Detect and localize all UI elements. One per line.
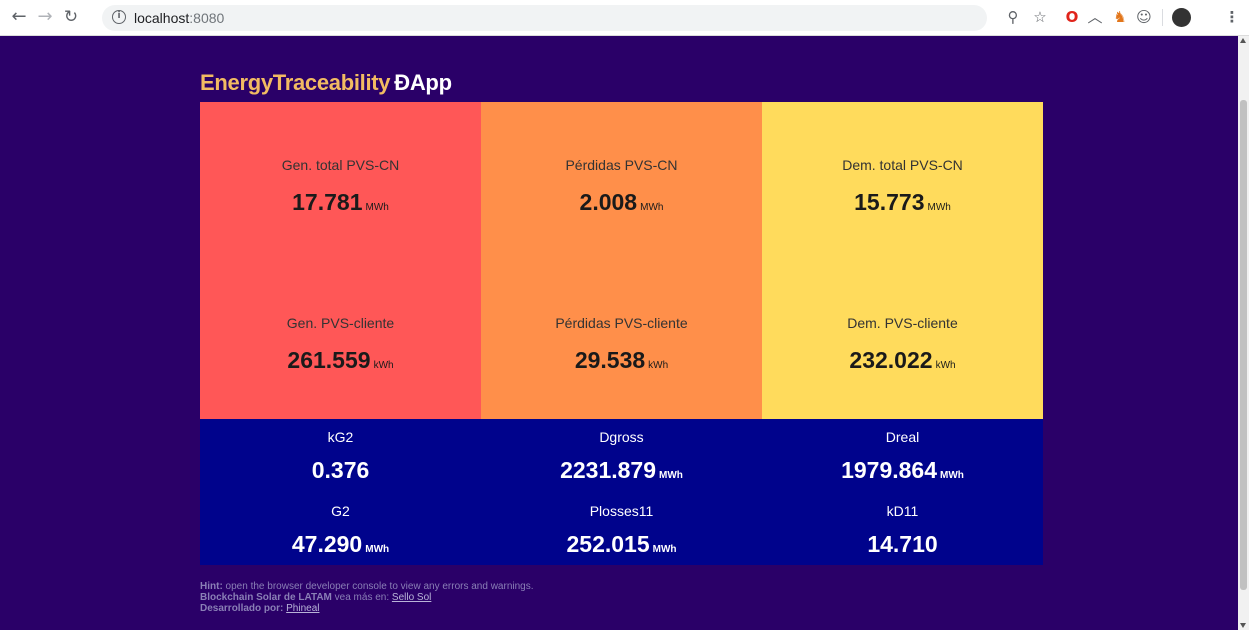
- stat-unit: MWh: [365, 202, 389, 213]
- metrics-panel: kG2 0.376 Dgross 2231.879 MWh Dreal 1979.864 MW…: [200, 419, 1043, 565]
- profile-avatar[interactable]: [1172, 8, 1191, 27]
- stat-card: Gen. PVS-cliente 261.559 kWh: [200, 315, 481, 374]
- stat-label: Pérdidas PVS-cliente: [555, 315, 688, 331]
- stat-label: Gen. total PVS-CN: [281, 157, 400, 173]
- scroll-up-arrow-icon[interactable]: [1240, 38, 1246, 43]
- stat-value: 261.559 kWh: [287, 347, 394, 373]
- forward-arrow-icon[interactable]: →: [34, 6, 56, 28]
- metric-unit: MWh: [940, 470, 964, 481]
- page-scrollbar[interactable]: [1238, 36, 1249, 630]
- stat-unit: kWh: [648, 360, 669, 371]
- extension-face-icon[interactable]: ☺: [1134, 7, 1154, 27]
- app-title: EnergyTraceability ÐApp: [200, 70, 452, 95]
- metric-label: Plosses11: [589, 503, 654, 519]
- stat-value: 29.538 kWh: [574, 347, 669, 373]
- summary-panel-1: Gen. total PVS-CN 17.781 MWh Gen. PVS-clien…: [200, 102, 481, 419]
- footer: Hint: open the browser developer console…: [200, 581, 534, 614]
- metric-dgross: Dgross 2231.879 MWh: [481, 429, 762, 484]
- summary-panel-3: Dem. total PVS-CN 15.773 MWh Dem. PVS-clien…: [762, 102, 1043, 419]
- stat-unit: kWh: [935, 360, 956, 371]
- metric-plosses11: Plosses11 252.015 MWh: [481, 503, 762, 558]
- org-line: Blockchain Solar de LATAM vea más en: Se…: [200, 592, 432, 603]
- summary-panel-2: Pérdidas PVS-CN 2.008 MWh Pérdidas PVS-clie…: [481, 102, 762, 419]
- metric-value: 1979.864 MWh: [841, 457, 964, 483]
- metric-unit: MWh: [659, 470, 683, 481]
- metric-label: kG2: [327, 429, 354, 445]
- stat-card: Dem. total PVS-CN 15.773 MWh: [762, 157, 1043, 216]
- url-text: localhost:8080: [134, 10, 225, 26]
- metric-value: 47.290 MWh: [291, 531, 390, 557]
- scroll-thumb[interactable]: [1240, 100, 1247, 590]
- metric-label: kD11: [886, 503, 919, 519]
- stat-card: Dem. PVS-cliente 232.022 kWh: [762, 315, 1043, 374]
- metric-value: 252.015 MWh: [566, 531, 677, 557]
- stat-unit: MWh: [927, 202, 951, 213]
- stat-value: 232.022 kWh: [849, 347, 956, 373]
- stat-value: 15.773 MWh: [854, 189, 951, 215]
- metric-label: Dgross: [599, 429, 644, 445]
- metric-value: 0.376: [311, 457, 370, 483]
- developer-line: Desarrollado por: Phineal: [200, 603, 320, 614]
- metric-unit: MWh: [652, 544, 677, 555]
- phineal-link[interactable]: Phineal: [286, 603, 319, 614]
- toolbar-divider: [1162, 9, 1163, 26]
- scroll-down-arrow-icon[interactable]: [1240, 623, 1246, 628]
- zoom-icon[interactable]: ⚲: [1003, 7, 1023, 27]
- metric-label: G2: [331, 503, 350, 519]
- stat-unit: kWh: [373, 360, 394, 371]
- metric-value: 2231.879 MWh: [560, 457, 683, 483]
- opera-extension-icon[interactable]: O: [1062, 7, 1082, 27]
- reload-icon[interactable]: ↻: [60, 6, 82, 28]
- back-arrow-icon[interactable]: ←: [8, 6, 30, 28]
- metric-value: 14.710: [867, 531, 938, 557]
- stat-label: Pérdidas PVS-CN: [565, 157, 678, 173]
- browser-toolbar: ← → ↻ i localhost:8080 ⚲ ☆ O ︿ ♞ ☺ ⋮: [0, 0, 1249, 36]
- sello-sol-link[interactable]: Sello Sol: [392, 592, 431, 603]
- metamask-fox-icon[interactable]: ♞: [1110, 7, 1130, 27]
- stat-label: Dem. total PVS-CN: [842, 157, 963, 173]
- stat-value: 17.781 MWh: [292, 189, 389, 215]
- stat-label: Dem. PVS-cliente: [847, 315, 958, 331]
- info-icon[interactable]: i: [112, 10, 126, 24]
- metric-kd11: kD11 14.710: [762, 503, 1043, 558]
- stat-card: Gen. total PVS-CN 17.781 MWh: [200, 157, 481, 216]
- stat-card: Pérdidas PVS-CN 2.008 MWh: [481, 157, 762, 216]
- metric-g2: G2 47.290 MWh: [200, 503, 481, 558]
- address-bar[interactable]: i localhost:8080: [102, 5, 987, 31]
- menu-kebab-icon[interactable]: ⋮: [1222, 7, 1242, 27]
- bookmark-star-icon[interactable]: ☆: [1030, 7, 1050, 27]
- metric-kg2: kG2 0.376: [200, 429, 481, 484]
- stat-unit: MWh: [640, 202, 664, 213]
- metric-unit: MWh: [365, 544, 390, 555]
- extension-arc-icon[interactable]: ︿: [1085, 7, 1105, 27]
- stat-value: 2.008 MWh: [579, 189, 664, 215]
- stat-card: Pérdidas PVS-cliente 29.538 kWh: [481, 315, 762, 374]
- metric-dreal: Dreal 1979.864 MWh: [762, 429, 1043, 484]
- hint-line: Hint: open the browser developer console…: [200, 581, 534, 592]
- metric-label: Dreal: [885, 429, 920, 445]
- stat-label: Gen. PVS-cliente: [286, 315, 395, 331]
